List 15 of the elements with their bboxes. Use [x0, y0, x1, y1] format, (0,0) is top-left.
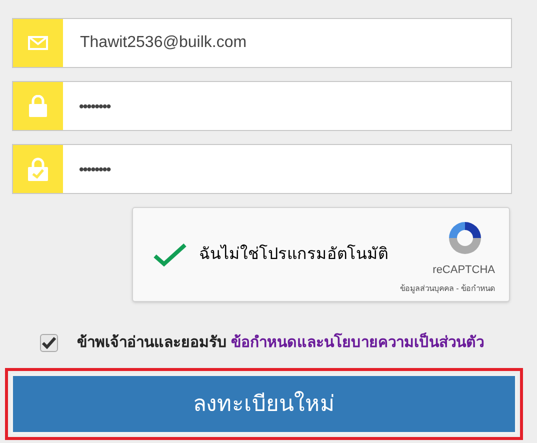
- agreement-text: ข้าพเจ้าอ่านและยอมรับ ข้อกำหนดและนโยบายความเป็นส่วนตัว: [77, 332, 484, 353]
- checkmark-icon[interactable]: [153, 242, 187, 266]
- terms-link[interactable]: ข้อกำหนดและนโยบายความเป็นส่วนตัว: [231, 334, 484, 351]
- input-field[interactable]: ••••••••: [12, 81, 512, 131]
- captcha-label: ฉันไม่ใช่โปรแกรมอัตโนมัติ: [199, 244, 388, 264]
- recaptcha-logo-icon: [447, 220, 483, 256]
- input-field[interactable]: Thawit2536@builk.com: [12, 18, 512, 68]
- register-button[interactable]: ลงทะเบียนใหม่: [11, 374, 517, 434]
- lock-icon: [29, 95, 47, 117]
- envelope-icon: [28, 36, 48, 50]
- agree-checkbox[interactable]: [40, 334, 58, 352]
- privacy-terms-link[interactable]: ข้อมูลส่วนบุคคล - ข้อกำหนด: [400, 282, 495, 294]
- input-field[interactable]: ••••••••: [12, 144, 512, 194]
- lock-check-icon: [28, 157, 48, 181]
- recaptcha-brand: reCAPTCHA: [432, 263, 495, 278]
